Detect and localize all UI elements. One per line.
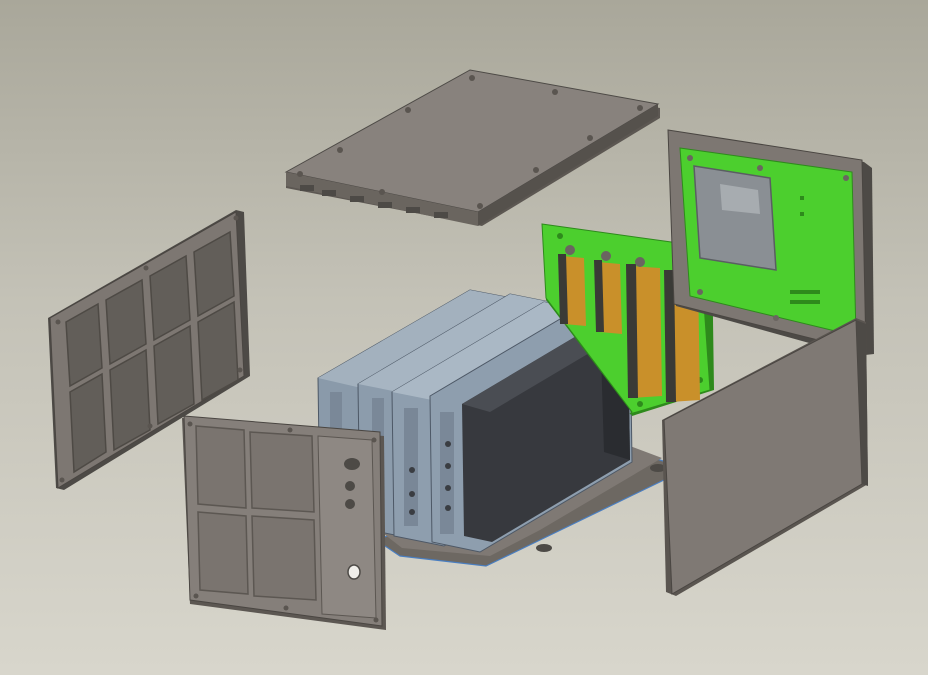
front-panel[interactable] <box>182 415 386 630</box>
backplane-connector <box>626 264 662 398</box>
top-cover[interactable] <box>284 69 660 226</box>
backplane-connector <box>558 254 586 326</box>
cad-viewport[interactable] <box>0 0 928 675</box>
exploded-assembly-view <box>48 69 874 630</box>
backplane-connector <box>594 260 622 334</box>
